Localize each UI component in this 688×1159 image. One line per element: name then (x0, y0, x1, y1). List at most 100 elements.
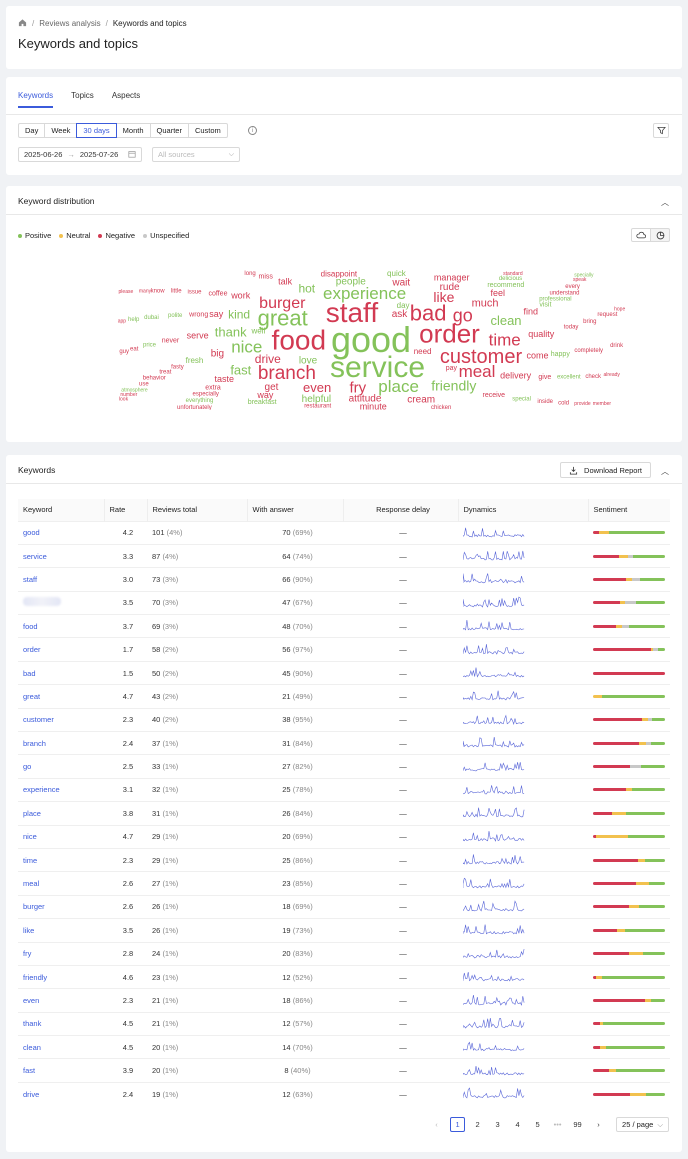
cloud-word[interactable]: quality (528, 329, 555, 339)
keyword-link[interactable]: customer (23, 715, 54, 724)
cloud-word[interactable]: wait (391, 277, 410, 288)
cloud-word[interactable]: app (118, 318, 127, 324)
col-response-delay[interactable]: Response delay (343, 499, 459, 521)
cloud-word[interactable]: hot (298, 282, 315, 296)
cloud-word[interactable]: provide (574, 401, 591, 407)
cloud-word[interactable]: receive (483, 392, 506, 399)
period-quarter-button[interactable]: Quarter (149, 123, 189, 138)
date-start[interactable]: 2025-06-26 (24, 150, 62, 159)
period-day-button[interactable]: Day (18, 123, 46, 138)
cloud-word[interactable]: come (526, 351, 548, 361)
cloud-word[interactable]: chicken (431, 405, 451, 410)
cloud-word[interactable]: thank (215, 324, 247, 339)
keyword-link[interactable]: thank (23, 1019, 41, 1028)
cloud-word[interactable]: completely (574, 348, 603, 354)
period-custom-button[interactable]: Custom (187, 123, 228, 138)
cloud-word[interactable]: dubai (144, 315, 159, 321)
sources-select[interactable]: All sources ⌵ (152, 147, 240, 162)
page-ellipsis[interactable]: ••• (550, 1117, 565, 1132)
prev-page-button[interactable]: ‹ (429, 1117, 444, 1132)
keyword-link[interactable]: order (23, 645, 41, 654)
cloud-word[interactable]: long (244, 271, 255, 277)
cloud-word[interactable]: wrong (188, 312, 208, 319)
cloud-word[interactable]: please (119, 289, 134, 295)
cloud-word[interactable]: give (538, 374, 551, 381)
cloud-word[interactable]: many (139, 288, 152, 294)
page-size-select[interactable]: 25 / page ⌵ (616, 1117, 669, 1132)
keyword-link[interactable]: burger (23, 902, 45, 911)
keyword-link[interactable]: place (23, 809, 41, 818)
cloud-word[interactable]: look (119, 397, 129, 403)
keyword-link[interactable]: clean (23, 1043, 41, 1052)
cloud-word[interactable]: know (151, 289, 166, 295)
cloud-word[interactable]: love (299, 356, 318, 367)
cloud-word[interactable]: day (397, 301, 410, 310)
cloud-word[interactable]: price (143, 342, 157, 348)
keyword-link[interactable]: experience (23, 785, 60, 794)
cloud-word[interactable]: drive (255, 352, 281, 366)
cloud-word[interactable]: professional (539, 297, 571, 303)
chart-view-button[interactable] (650, 228, 670, 242)
page-button[interactable]: 5 (530, 1117, 545, 1132)
download-report-button[interactable]: Download Report (560, 462, 651, 478)
chevron-up-icon[interactable]: ︿ (661, 197, 669, 208)
info-icon[interactable]: i (248, 126, 257, 135)
cloud-word[interactable]: already (603, 372, 620, 378)
cloud-word[interactable]: say (209, 309, 224, 319)
cloud-word[interactable]: fresh (186, 356, 204, 365)
cloud-word[interactable]: rude (440, 282, 460, 293)
cloud-word[interactable]: work (230, 290, 251, 300)
keyword-link[interactable]: meal (23, 879, 39, 888)
cloud-word[interactable]: taste (215, 374, 235, 384)
cloud-word[interactable]: guy (119, 349, 129, 355)
cloud-word[interactable]: serve (187, 331, 209, 341)
keyword-link[interactable]: staff (23, 575, 37, 584)
cloud-word[interactable]: much (472, 298, 499, 310)
cloud-word[interactable]: help (128, 317, 140, 323)
cloud-word[interactable]: go (453, 305, 473, 325)
cloud-word[interactable]: talk (278, 277, 293, 287)
keyword-link[interactable]: like (23, 926, 34, 935)
breadcrumb-reviews-analysis[interactable]: Reviews analysis (39, 19, 100, 28)
cloud-word[interactable]: even (303, 380, 331, 395)
page-button[interactable]: 3 (490, 1117, 505, 1132)
filter-button[interactable] (653, 123, 669, 138)
cloud-word[interactable]: disappoint (321, 270, 358, 279)
cloud-word[interactable]: feel (491, 288, 506, 298)
period-week-button[interactable]: Week (44, 123, 78, 138)
legend-positive[interactable]: Positive (18, 231, 51, 240)
keyword-link[interactable]: good (23, 528, 40, 537)
cloud-word[interactable]: especially (193, 391, 219, 397)
cloud-word[interactable]: pay (446, 365, 458, 372)
cloud-word[interactable]: special (512, 397, 531, 403)
period-month-button[interactable]: Month (115, 123, 151, 138)
cloud-word[interactable]: find (523, 306, 538, 316)
tab-topics[interactable]: Topics (71, 91, 94, 108)
cloud-word[interactable]: inside (537, 399, 553, 405)
keyword-link[interactable]: friendly (23, 973, 47, 982)
chevron-up-icon[interactable]: ︿ (661, 466, 669, 477)
cloud-word[interactable]: unfortunately (177, 405, 212, 410)
col-keyword[interactable]: Keyword (18, 499, 105, 521)
cloud-word[interactable]: recommend (487, 282, 524, 289)
keyword-link[interactable]: even (23, 996, 39, 1005)
keyword-link[interactable]: fry (23, 949, 31, 958)
cloud-view-button[interactable] (631, 228, 651, 242)
cloud-word[interactable]: extra (205, 384, 221, 391)
cloud-word[interactable]: kind (228, 308, 250, 322)
cloud-word[interactable]: drink (610, 343, 624, 349)
redacted-keyword[interactable] (23, 597, 61, 607)
keyword-link[interactable]: bad (23, 669, 36, 678)
col-reviews-total[interactable]: Reviews total (147, 499, 248, 521)
cloud-word[interactable]: time (489, 331, 521, 350)
cloud-word[interactable]: big (211, 349, 224, 360)
legend-unspecified[interactable]: Unspecified (143, 231, 189, 240)
cloud-word[interactable]: manager (434, 273, 470, 283)
cloud-word[interactable]: fasty (171, 365, 184, 371)
date-range-picker[interactable]: 2025-06-26 → 2025-07-26 (18, 147, 142, 162)
cloud-word[interactable]: minute (360, 401, 387, 410)
cloud-word[interactable]: clean (490, 313, 521, 328)
home-icon[interactable] (18, 18, 27, 29)
col-with-answer[interactable]: With answer (247, 499, 344, 521)
cloud-word[interactable]: member (593, 401, 612, 407)
